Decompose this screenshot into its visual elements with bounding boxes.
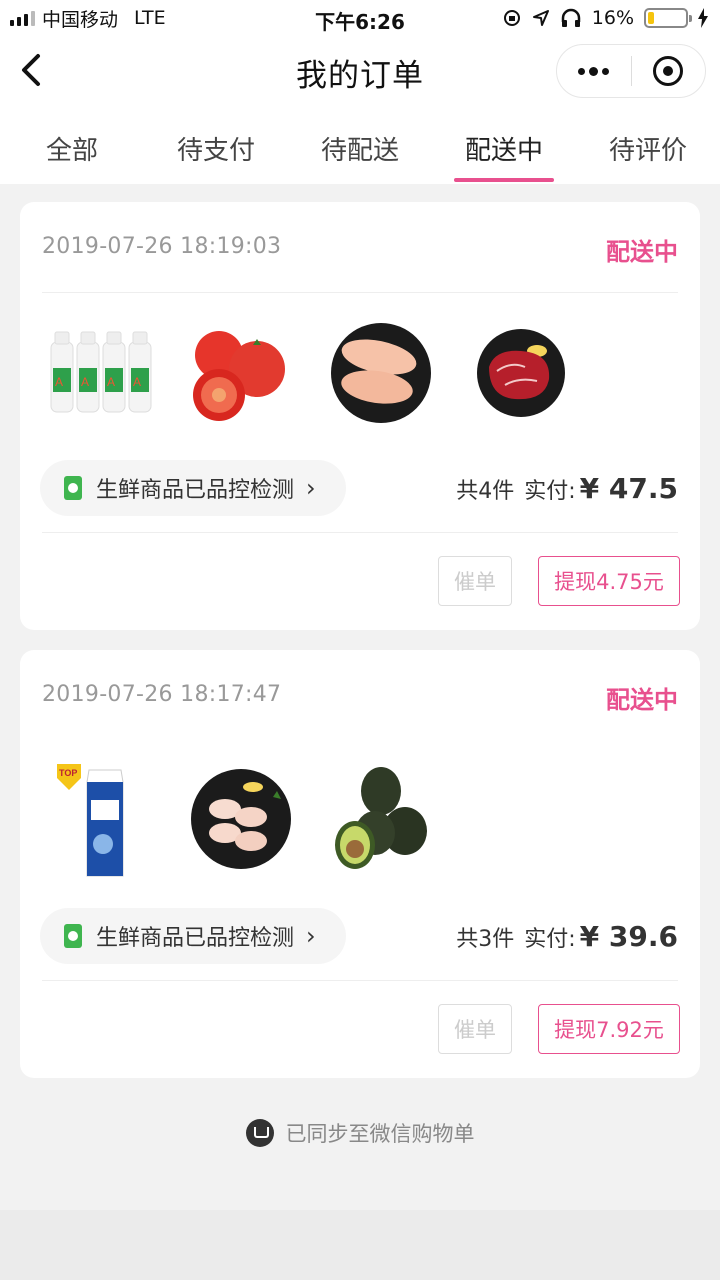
battery-level [648,12,654,24]
charging-bolt-icon [698,8,708,28]
svg-text:A: A [107,375,115,389]
status-right: 16% [502,6,708,30]
beef-steak-image [462,314,580,432]
paid-label: 实付: [524,927,576,952]
chevron-right-icon: › [306,922,316,950]
product-thumbnails[interactable]: TOP [42,760,440,878]
mini-program-capsule [556,44,706,98]
order-tabs: 全部 待支付 待配送 配送中 待评价 [0,102,720,184]
quality-check-link[interactable]: 生鲜商品已品控检测 › [40,460,346,516]
divider [42,532,678,533]
more-dots-icon[interactable] [557,45,631,97]
urge-button[interactable]: 催单 [438,1004,512,1054]
chevron-right-icon: › [306,474,316,502]
order-status: 配送中 [606,238,678,266]
status-bar: 中国移动 LTE 下午6:26 16% [0,0,720,38]
bottom-area [0,1210,720,1280]
rotation-lock-icon [503,10,520,26]
order-time: 2019-07-26 18:19:03 [42,234,282,259]
wechat-sync-note: 已同步至微信购物单 [0,1118,720,1148]
chicken-breast-image [322,314,440,432]
milk-bottles-image: A A A A [42,314,160,432]
avocados-image [322,760,440,878]
withdraw-button[interactable]: 提现7.92元 [538,1004,680,1054]
order-total: 共3件 实付: ¥ 39.6 [456,920,678,953]
svg-text:A: A [133,375,141,389]
divider [42,980,678,981]
tab-delivering[interactable]: 配送中 [432,102,576,184]
order-total: 共4件 实付: ¥ 47.5 [456,472,678,505]
paid-amount: ¥ 47.5 [579,472,678,505]
divider [42,292,678,293]
tab-pending-delivery[interactable]: 待配送 [288,102,432,184]
sync-text: 已同步至微信购物单 [285,1122,475,1146]
paid-amount: ¥ 39.6 [579,920,678,953]
battery-icon [644,8,692,28]
quality-check-icon [64,924,82,948]
product-thumbnails[interactable]: A A A A [42,314,580,432]
headphones-icon [561,8,581,27]
svg-text:TOP: TOP [59,768,77,778]
close-target-icon[interactable] [632,45,706,97]
svg-text:A: A [81,375,89,389]
urge-button[interactable]: 催单 [438,556,512,606]
paid-label: 实付: [524,479,576,504]
quality-check-link[interactable]: 生鲜商品已品控检测 › [40,908,346,964]
battery-percent: 16% [591,7,634,29]
order-status: 配送中 [606,686,678,714]
chicken-wings-image [182,760,300,878]
quality-check-text: 生鲜商品已品控检测 [96,478,295,503]
order-card[interactable]: 2019-07-26 18:17:47 配送中 TOP 生鲜商品已品控检测 › … [20,650,700,1078]
quality-check-icon [64,476,82,500]
tab-pending-payment[interactable]: 待支付 [144,102,288,184]
milk-carton-image: TOP [42,760,160,878]
location-arrow-icon [532,10,549,26]
tab-all[interactable]: 全部 [0,102,144,184]
svg-text:A: A [55,375,63,389]
shopping-cart-icon [245,1119,274,1147]
withdraw-button[interactable]: 提现4.75元 [538,556,680,606]
tomatoes-image [182,314,300,432]
tab-pending-review[interactable]: 待评价 [576,102,720,184]
nav-bar: 我的订单 [0,38,720,102]
order-time: 2019-07-26 18:17:47 [42,682,282,707]
quality-check-text: 生鲜商品已品控检测 [96,926,295,951]
item-count: 共4件 [456,479,515,504]
item-count: 共3件 [456,927,515,952]
order-card[interactable]: 2019-07-26 18:19:03 配送中 A A A A 生鲜商品已品控检… [20,202,700,630]
